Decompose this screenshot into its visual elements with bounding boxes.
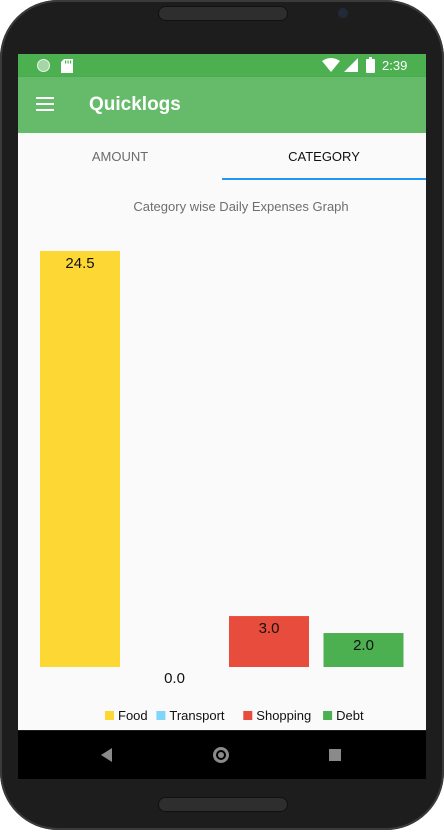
phone-frame: 2:39 Quicklogs AMOUNT CATEGORY Category … xyxy=(0,0,444,830)
legend-label-shopping: Shopping xyxy=(256,708,311,723)
bar-value-label-shopping: 3.0 xyxy=(259,620,280,637)
legend-swatch-food xyxy=(105,711,114,720)
navigation-bar xyxy=(18,731,426,779)
top-speaker xyxy=(158,6,288,21)
recents-icon[interactable] xyxy=(329,749,341,761)
screen: 2:39 Quicklogs AMOUNT CATEGORY Category … xyxy=(18,54,426,730)
bar-chart: 24.5 0.0 3.0 2.0 Food Transport Shopping Debt xyxy=(40,251,404,723)
bar-value-label-transport: 0.0 xyxy=(164,670,185,687)
legend-swatch-debt xyxy=(323,711,333,720)
bar-value-label-debt: 2.0 xyxy=(353,637,374,654)
back-icon[interactable] xyxy=(100,748,114,762)
bottom-speaker xyxy=(158,797,288,812)
legend-label-food: Food xyxy=(118,708,148,723)
bar-value-label-food: 24.5 xyxy=(65,255,94,272)
legend-label-debt: Debt xyxy=(336,708,364,723)
chart-legend: Food Transport Shopping Debt xyxy=(105,708,364,723)
bar-food[interactable] xyxy=(40,251,120,667)
home-icon[interactable] xyxy=(211,745,231,765)
legend-swatch-shopping xyxy=(243,711,253,720)
legend-label-transport: Transport xyxy=(169,708,225,723)
legend-swatch-transport xyxy=(156,711,166,720)
front-camera xyxy=(338,8,348,18)
